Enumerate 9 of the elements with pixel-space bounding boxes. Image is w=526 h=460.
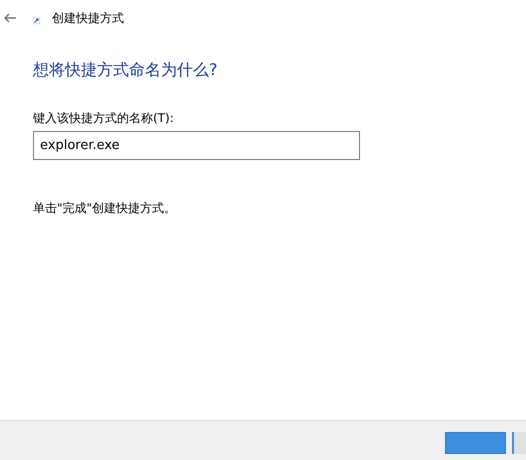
secondary-button[interactable] [512,432,526,454]
instruction-text: 单击"完成"创建快捷方式。 [33,200,178,217]
name-input-field[interactable]: explorer.exe [33,131,360,160]
heading: 想将快捷方式命名为什么? [33,60,218,81]
window-title: 创建快捷方式 [52,10,124,26]
field-label: 键入该快捷方式的名称(T): [33,110,175,127]
primary-button[interactable] [445,432,506,454]
shortcut-icon [33,16,40,24]
back-icon[interactable] [4,13,16,23]
